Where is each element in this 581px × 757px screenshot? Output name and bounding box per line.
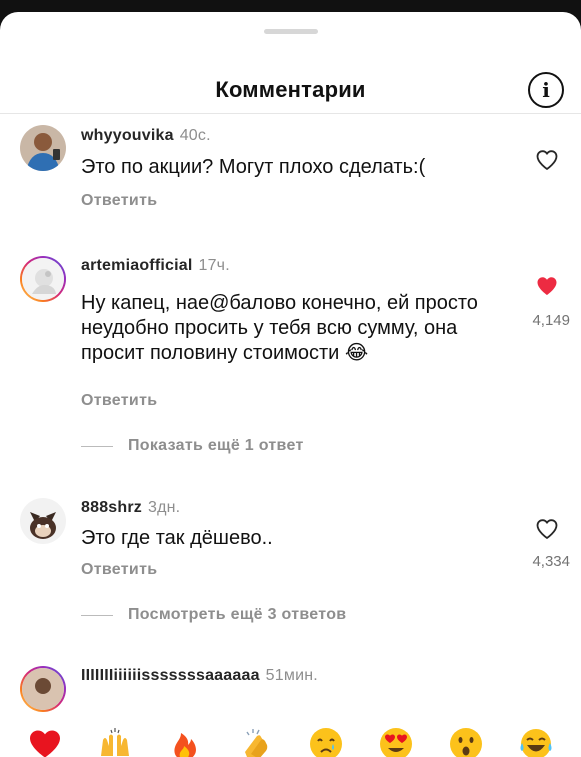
avatar[interactable] [20, 666, 66, 712]
reply-button[interactable]: Ответить [81, 392, 157, 410]
avatar[interactable] [20, 498, 66, 544]
header: Комментарии i [0, 67, 581, 113]
comment-time: 51мин. [265, 667, 318, 684]
show-replies-label: Показать ещё 1 ответ [128, 437, 304, 454]
red-heart-icon[interactable] [25, 724, 65, 757]
fire-icon[interactable] [165, 724, 205, 757]
comment-time: 3дн. [148, 499, 181, 516]
divider [0, 113, 581, 114]
astonished-face-icon[interactable] [446, 724, 486, 757]
comments-sheet: Комментарии i whyyouvika 40с. Это по акци… [0, 12, 581, 757]
comment-username[interactable]: 888shrz 3дн. [81, 499, 180, 517]
clapping-hands-icon[interactable] [235, 724, 275, 757]
comment-username[interactable]: IIIIIIIiiiiiisssssssaaaaaa 51мин. [81, 667, 318, 685]
heart-eyes-icon[interactable] [376, 724, 416, 757]
tears-of-joy-icon[interactable] [516, 724, 556, 757]
avatar[interactable] [20, 256, 66, 302]
reply-button[interactable]: Ответить [81, 192, 157, 210]
comment-time: 40с. [179, 127, 211, 144]
comment-username[interactable]: whyyouvika 40с. [81, 127, 211, 145]
divider [81, 445, 113, 447]
comment-time: 17ч. [198, 257, 230, 274]
comment-text: Это где так дёшево.. [81, 527, 273, 549]
divider [81, 614, 113, 616]
crying-face-icon[interactable] [306, 724, 346, 757]
like-count: 4,334 [532, 553, 570, 570]
show-replies-button[interactable]: Показать ещё 1 ответ [81, 437, 304, 455]
comment-text: Ну капец, нае@балово конечно, ей просто … [81, 292, 478, 364]
drag-handle[interactable] [263, 29, 318, 34]
show-replies-label: Посмотреть ещё 3 ответов [128, 606, 347, 623]
raising-hands-icon[interactable] [95, 724, 135, 757]
page-title: Комментарии [215, 77, 366, 102]
info-icon[interactable]: i [528, 72, 564, 108]
emoji-reaction-bar [0, 718, 581, 757]
heart-outline-icon[interactable] [535, 148, 559, 172]
heart-filled-icon[interactable] [535, 274, 559, 298]
show-replies-button[interactable]: Посмотреть ещё 3 ответов [81, 606, 346, 624]
like-count: 4,149 [532, 312, 570, 329]
avatar[interactable] [20, 125, 66, 171]
comment-text: Это по акции? Могут плохо сделать:( [81, 156, 426, 178]
comment-username[interactable]: artemiaofficial 17ч. [81, 257, 230, 275]
reply-button[interactable]: Ответить [81, 561, 157, 579]
heart-outline-icon[interactable] [535, 517, 559, 541]
